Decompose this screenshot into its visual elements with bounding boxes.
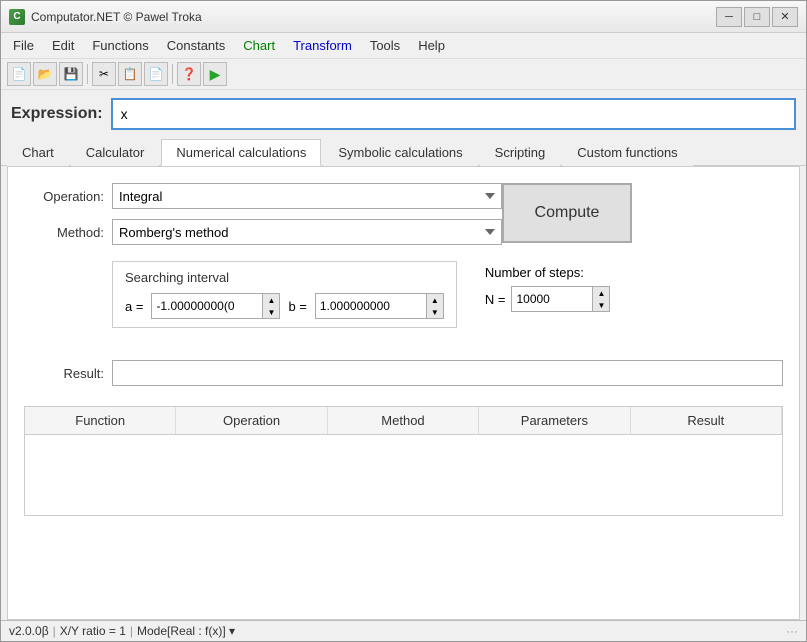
top-form-wrapper: Operation: Integral Derivative Root find… xyxy=(24,183,783,245)
menu-tools[interactable]: Tools xyxy=(362,35,408,56)
n-label: N = xyxy=(485,292,506,307)
col-result: Result xyxy=(631,407,782,434)
interval-inputs: a = ▲ ▼ b = ▲ ▼ xyxy=(125,293,444,319)
n-spinbox-btns: ▲ ▼ xyxy=(592,287,609,311)
a-up-btn[interactable]: ▲ xyxy=(263,294,279,306)
operation-row: Operation: Integral Derivative Root find… xyxy=(24,183,502,209)
toolbar-new[interactable]: 📄 xyxy=(7,62,31,86)
a-label: a = xyxy=(125,299,143,314)
a-input[interactable] xyxy=(152,294,262,318)
table-body xyxy=(25,435,782,515)
history-table: Function Operation Method Parameters Res… xyxy=(24,406,783,516)
toolbar-open[interactable]: 📂 xyxy=(33,62,57,86)
method-label: Method: xyxy=(24,225,104,240)
toolbar-copy[interactable]: 📋 xyxy=(118,62,142,86)
sep2: | xyxy=(130,624,133,638)
b-down-btn[interactable]: ▼ xyxy=(427,306,443,318)
toolbar-sep2 xyxy=(172,64,173,84)
toolbar-sep1 xyxy=(87,64,88,84)
col-parameters: Parameters xyxy=(479,407,630,434)
version-label: v2.0.0β xyxy=(9,624,49,638)
tab-symbolic[interactable]: Symbolic calculations xyxy=(323,139,477,166)
sep1: | xyxy=(53,624,56,638)
mode-label[interactable]: Mode[Real : f(x)] ▾ xyxy=(137,624,235,638)
menu-help[interactable]: Help xyxy=(410,35,453,56)
n-spinbox: ▲ ▼ xyxy=(511,286,610,312)
menu-file[interactable]: File xyxy=(5,35,42,56)
operation-select[interactable]: Integral Derivative Root finding xyxy=(112,183,502,209)
status-bar: v2.0.0β | X/Y ratio = 1 | Mode[Real : f(… xyxy=(1,620,806,641)
tabs-row: Chart Calculator Numerical calculations … xyxy=(1,138,806,166)
toolbar: 📄 📂 💾 ✂ 📋 📄 ❓ ▶ xyxy=(1,59,806,90)
method-row: Method: Romberg's method Simpson's metho… xyxy=(24,219,502,245)
maximize-button[interactable]: □ xyxy=(744,7,770,27)
menu-transform[interactable]: Transform xyxy=(285,35,360,56)
method-select[interactable]: Romberg's method Simpson's method Trapez… xyxy=(112,219,502,245)
result-label: Result: xyxy=(24,366,104,381)
menu-bar: File Edit Functions Constants Chart Tran… xyxy=(1,33,806,59)
dots: ··· xyxy=(786,624,798,638)
b-spinbox-btns: ▲ ▼ xyxy=(426,294,443,318)
a-down-btn[interactable]: ▼ xyxy=(263,306,279,318)
toolbar-save[interactable]: 💾 xyxy=(59,62,83,86)
menu-constants[interactable]: Constants xyxy=(159,35,234,56)
b-input[interactable] xyxy=(316,294,426,318)
tab-chart[interactable]: Chart xyxy=(7,139,69,166)
toolbar-help[interactable]: ❓ xyxy=(177,62,201,86)
b-up-btn[interactable]: ▲ xyxy=(427,294,443,306)
title-bar-controls: ─ □ ✕ xyxy=(716,7,798,27)
n-up-btn[interactable]: ▲ xyxy=(593,287,609,299)
tab-custom-functions[interactable]: Custom functions xyxy=(562,139,692,166)
n-down-btn[interactable]: ▼ xyxy=(593,299,609,311)
a-spinbox-btns: ▲ ▼ xyxy=(262,294,279,318)
expression-row: Expression: xyxy=(1,90,806,138)
col-operation: Operation xyxy=(176,407,327,434)
expression-label: Expression: xyxy=(11,105,103,123)
top-form-left: Operation: Integral Derivative Root find… xyxy=(24,183,502,245)
b-label: b = xyxy=(288,299,306,314)
col-function: Function xyxy=(25,407,176,434)
minimize-button[interactable]: ─ xyxy=(716,7,742,27)
toolbar-cut[interactable]: ✂ xyxy=(92,62,116,86)
steps-label: Number of steps: xyxy=(485,265,611,280)
result-input[interactable] xyxy=(112,360,783,386)
expression-input[interactable] xyxy=(111,98,796,130)
steps-box: Number of steps: N = ▲ ▼ xyxy=(477,261,619,316)
interval-title: Searching interval xyxy=(125,270,444,285)
interval-box: Searching interval a = ▲ ▼ b = xyxy=(112,261,457,328)
n-input[interactable] xyxy=(512,287,592,311)
title-bar-left: C Computator.NET © Pawel Troka xyxy=(9,9,202,25)
window-title: Computator.NET © Pawel Troka xyxy=(31,10,202,24)
params-section: Searching interval a = ▲ ▼ b = xyxy=(112,261,783,328)
col-method: Method xyxy=(328,407,479,434)
operation-label: Operation: xyxy=(24,189,104,204)
tab-calculator[interactable]: Calculator xyxy=(71,139,160,166)
main-window: C Computator.NET © Pawel Troka ─ □ ✕ Fil… xyxy=(0,0,807,642)
tab-numerical[interactable]: Numerical calculations xyxy=(161,139,321,166)
table-header: Function Operation Method Parameters Res… xyxy=(25,407,782,435)
menu-functions[interactable]: Functions xyxy=(84,35,156,56)
menu-chart[interactable]: Chart xyxy=(235,35,283,56)
title-bar: C Computator.NET © Pawel Troka ─ □ ✕ xyxy=(1,1,806,33)
xy-ratio-label: X/Y ratio = 1 xyxy=(60,624,126,638)
app-icon: C xyxy=(9,9,25,25)
tab-scripting[interactable]: Scripting xyxy=(480,139,561,166)
a-spinbox: ▲ ▼ xyxy=(151,293,280,319)
main-content: Operation: Integral Derivative Root find… xyxy=(7,166,800,620)
compute-button[interactable]: Compute xyxy=(502,183,632,243)
b-spinbox: ▲ ▼ xyxy=(315,293,444,319)
menu-edit[interactable]: Edit xyxy=(44,35,82,56)
close-button[interactable]: ✕ xyxy=(772,7,798,27)
toolbar-run[interactable]: ▶ xyxy=(203,62,227,86)
result-row: Result: xyxy=(24,360,783,386)
steps-row: N = ▲ ▼ xyxy=(485,286,611,312)
toolbar-paste[interactable]: 📄 xyxy=(144,62,168,86)
